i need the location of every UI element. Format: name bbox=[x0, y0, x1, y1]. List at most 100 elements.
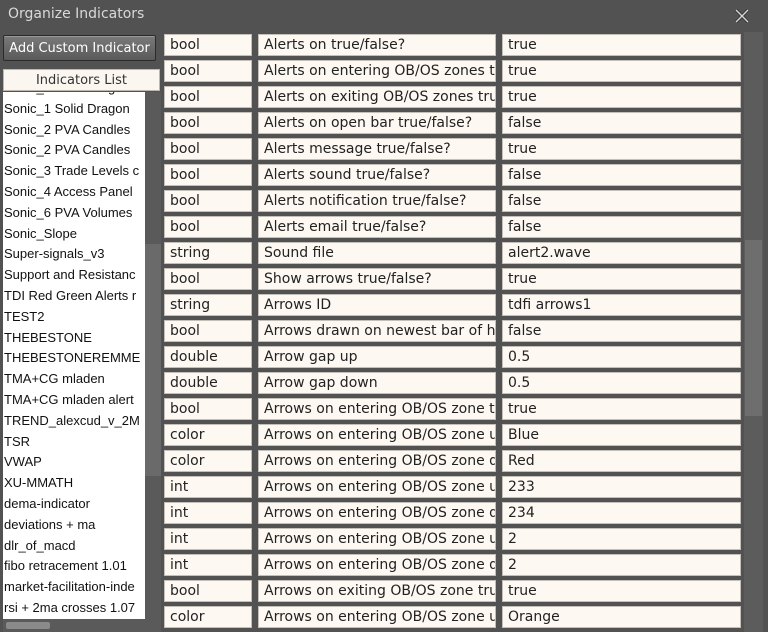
param-value-input[interactable]: true bbox=[502, 60, 741, 82]
param-value-input[interactable]: false bbox=[502, 190, 741, 212]
table-row: bool Arrows on entering OB/OS zone tru tru… bbox=[163, 396, 743, 422]
list-item[interactable]: Sonic_2 PVA Candles bbox=[3, 120, 145, 141]
param-type-cell: bool bbox=[164, 320, 252, 342]
table-row: int Arrows on entering OB/OS zone up 2 bbox=[163, 526, 743, 552]
param-value-input[interactable]: 0.5 bbox=[502, 372, 741, 394]
table-row: double Arrow gap up 0.5 bbox=[163, 344, 743, 370]
title-bar: Organize Indicators bbox=[0, 0, 768, 30]
list-item[interactable]: deviations + ma bbox=[3, 515, 145, 536]
list-item[interactable]: Sonic_4 Access Panel bbox=[3, 182, 145, 203]
indicators-list[interactable]: Sonic_1 Solid DragonSonic_1 Solid Dragon… bbox=[3, 92, 145, 619]
close-icon[interactable] bbox=[733, 7, 751, 25]
param-type-cell: bool bbox=[164, 398, 252, 420]
param-value-input[interactable]: Orange bbox=[502, 606, 741, 628]
list-item[interactable]: Sonic_2 PVA Candles bbox=[3, 140, 145, 161]
add-custom-indicator-button[interactable]: Add Custom Indicator bbox=[3, 35, 156, 61]
param-value-input[interactable]: false bbox=[502, 320, 741, 342]
table-row: string Arrows ID tdfi arrows1 bbox=[163, 292, 743, 318]
list-item[interactable]: VWAP bbox=[3, 452, 145, 473]
param-type-cell: color bbox=[164, 450, 252, 472]
list-item[interactable]: TMA+CG mladen alert bbox=[3, 390, 145, 411]
parameters-grid: bool Alerts on true/false? true bool Alerts … bbox=[163, 32, 743, 632]
param-value-input[interactable]: true bbox=[502, 86, 741, 108]
param-value-input[interactable]: false bbox=[502, 112, 741, 134]
param-name-cell: Arrow gap up bbox=[258, 346, 496, 368]
table-row: bool Alerts on exiting OB/OS zones true/t… bbox=[163, 84, 743, 110]
param-name-cell: Arrows on entering OB/OS zone up bbox=[258, 606, 496, 628]
list-item[interactable]: dema-indicator bbox=[3, 494, 145, 515]
table-row: bool Arrows on exiting OB/OS zone true tru… bbox=[163, 578, 743, 604]
param-value-input[interactable]: 2 bbox=[502, 528, 741, 550]
list-item[interactable]: XU-MMATH bbox=[3, 473, 145, 494]
table-row: bool Arrows drawn on newest bar of hig fal… bbox=[163, 318, 743, 344]
list-item[interactable]: Sonic_1 Solid Dragon bbox=[3, 99, 145, 120]
param-name-cell: Alerts on exiting OB/OS zones true/ bbox=[258, 86, 496, 108]
param-value-input[interactable]: true bbox=[502, 34, 741, 56]
param-type-cell: bool bbox=[164, 216, 252, 238]
list-item[interactable]: TDI Red Green Alerts r bbox=[3, 286, 145, 307]
param-name-cell: Arrows on entering OB/OS zone do bbox=[258, 450, 496, 472]
param-value-input[interactable]: true bbox=[502, 398, 741, 420]
list-item[interactable]: Sonic_3 Trade Levels c bbox=[3, 161, 145, 182]
list-item[interactable]: fibo retracement 1.01 bbox=[3, 556, 145, 577]
param-value-input[interactable]: true bbox=[502, 138, 741, 160]
param-type-cell: bool bbox=[164, 138, 252, 160]
param-value-input[interactable]: 234 bbox=[502, 502, 741, 524]
param-name-cell: Arrows on entering OB/OS zone tru bbox=[258, 398, 496, 420]
list-item[interactable]: market-facilitation-inde bbox=[3, 577, 145, 598]
organize-indicators-window: Organize Indicators Add Custom Indicator… bbox=[0, 0, 768, 632]
list-item[interactable]: Sonic_1 Solid Dragon bbox=[3, 92, 145, 99]
param-value-input[interactable]: true bbox=[502, 268, 741, 290]
table-row: int Arrows on entering OB/OS zone up 233 bbox=[163, 474, 743, 500]
list-item[interactable]: TEST2 bbox=[3, 307, 145, 328]
param-name-cell: Arrow gap down bbox=[258, 372, 496, 394]
list-item[interactable]: TMA+CG mladen bbox=[3, 369, 145, 390]
list-item[interactable]: THEBESTONE bbox=[3, 328, 145, 349]
param-value-input[interactable]: Blue bbox=[502, 424, 741, 446]
param-name-cell: Sound file bbox=[258, 242, 496, 264]
list-item[interactable]: Sonic_6 PVA Volumes bbox=[3, 203, 145, 224]
param-name-cell: Arrows on entering OB/OS zone up bbox=[258, 528, 496, 550]
list-item[interactable]: rsi + 2ma crosses 1.07 bbox=[3, 598, 145, 619]
param-value-input[interactable]: Red bbox=[502, 450, 741, 472]
list-item[interactable]: Support and Resistanc bbox=[3, 265, 145, 286]
list-item[interactable]: TREND_alexcud_v_2M bbox=[3, 411, 145, 432]
param-type-cell: int bbox=[164, 476, 252, 498]
list-item[interactable]: THEBESTONEREMME bbox=[3, 348, 145, 369]
param-value-input[interactable]: 0.5 bbox=[502, 346, 741, 368]
indicators-list-hscroll-thumb[interactable] bbox=[6, 622, 50, 629]
table-row: color Arrows on entering OB/OS zone do Red bbox=[163, 448, 743, 474]
table-row: bool Alerts sound true/false? false bbox=[163, 162, 743, 188]
param-value-input[interactable]: tdfi arrows1 bbox=[502, 294, 741, 316]
indicators-list-scroll-thumb[interactable] bbox=[145, 244, 161, 476]
param-value-input[interactable]: false bbox=[502, 216, 741, 238]
indicators-list-header: Indicators List bbox=[3, 69, 160, 91]
param-name-cell: Arrows ID bbox=[258, 294, 496, 316]
param-type-cell: bool bbox=[164, 164, 252, 186]
list-item[interactable]: Sonic_Slope bbox=[3, 224, 145, 245]
parameters-scroll-thumb[interactable] bbox=[745, 240, 762, 416]
param-name-cell: Alerts email true/false? bbox=[258, 216, 496, 238]
param-value-input[interactable]: false bbox=[502, 164, 741, 186]
list-item[interactable]: TSR bbox=[3, 432, 145, 453]
param-name-cell: Arrows on exiting OB/OS zone true bbox=[258, 580, 496, 602]
param-value-input[interactable]: true bbox=[502, 580, 741, 602]
list-item[interactable]: Super-signals_v3 bbox=[3, 244, 145, 265]
param-type-cell: int bbox=[164, 554, 252, 576]
param-type-cell: bool bbox=[164, 60, 252, 82]
param-type-cell: bool bbox=[164, 190, 252, 212]
list-item[interactable]: dlr_of_macd bbox=[3, 536, 145, 557]
table-row: bool Alerts on entering OB/OS zones tru tr… bbox=[163, 58, 743, 84]
param-value-input[interactable]: alert2.wave bbox=[502, 242, 741, 264]
param-type-cell: bool bbox=[164, 86, 252, 108]
param-name-cell: Show arrows true/false? bbox=[258, 268, 496, 290]
param-name-cell: Alerts sound true/false? bbox=[258, 164, 496, 186]
param-type-cell: int bbox=[164, 528, 252, 550]
param-value-input[interactable]: 233 bbox=[502, 476, 741, 498]
table-row: double Arrow gap down 0.5 bbox=[163, 370, 743, 396]
param-value-input[interactable]: 2 bbox=[502, 554, 741, 576]
param-type-cell: color bbox=[164, 424, 252, 446]
table-row: int Arrows on entering OB/OS zone do 2 bbox=[163, 552, 743, 578]
table-row: bool Alerts on true/false? true bbox=[163, 32, 743, 58]
table-row: int Arrows on entering OB/OS zone do 234 bbox=[163, 500, 743, 526]
